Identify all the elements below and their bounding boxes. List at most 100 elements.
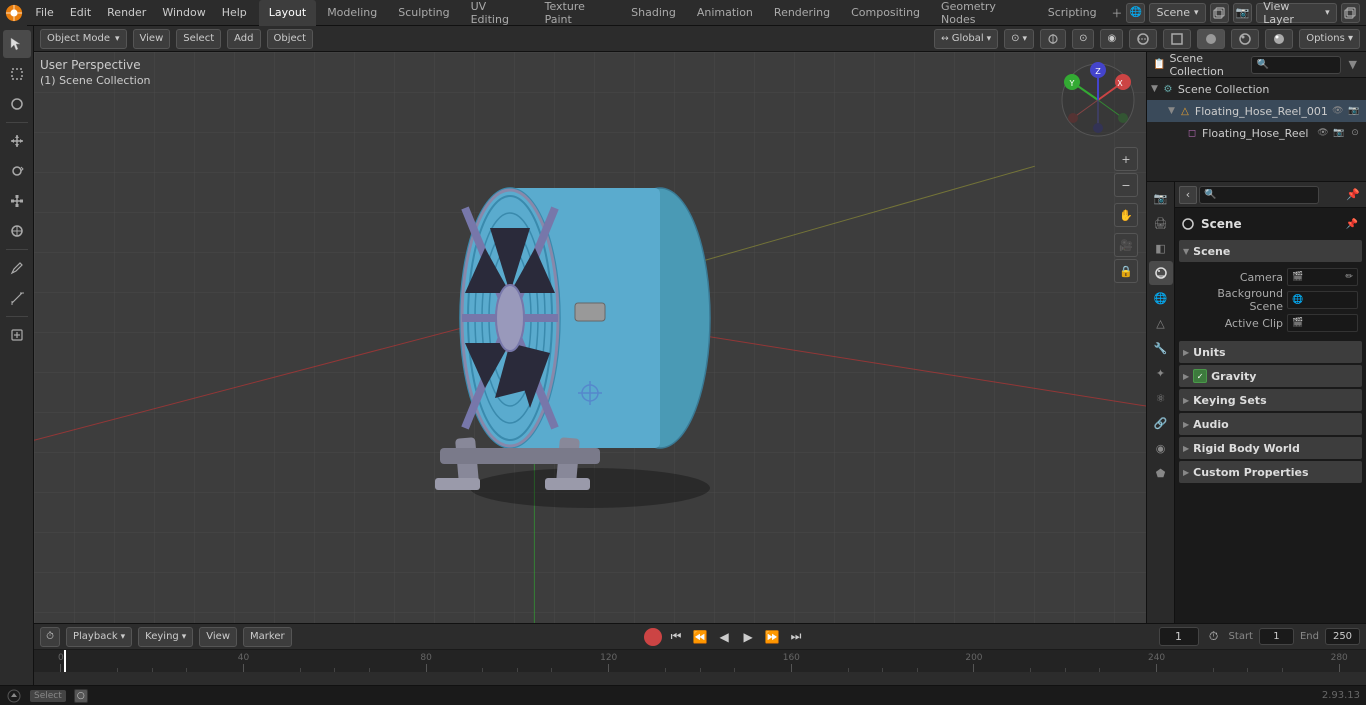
workspace-tab-rendering[interactable]: Rendering — [764, 0, 840, 26]
tool-move[interactable] — [3, 127, 31, 155]
prop-section-scene-header[interactable]: ▼ Scene — [1179, 240, 1362, 262]
tl-play-btn[interactable]: ▶ — [738, 627, 758, 647]
props-physics-icon[interactable]: ⚛ — [1149, 386, 1173, 410]
prop-section-audio-header[interactable]: ▶ Audio — [1179, 413, 1362, 435]
vp-zoom-in[interactable]: + — [1114, 147, 1138, 171]
camera-edit-btn[interactable]: ✏ — [1345, 272, 1353, 282]
vp-camera-view[interactable]: 🎥 — [1114, 233, 1138, 257]
shading-wireframe[interactable] — [1163, 29, 1191, 49]
menu-window[interactable]: Window — [154, 0, 213, 26]
render-btn-1[interactable]: 📷 — [1347, 104, 1361, 118]
workspace-tab-shading[interactable]: Shading — [621, 0, 686, 26]
snap-toggle[interactable] — [1040, 29, 1066, 49]
prop-section-units-header[interactable]: ▶ Units — [1179, 341, 1362, 363]
workspace-tab-layout[interactable]: Layout — [259, 0, 316, 26]
menu-file[interactable]: File — [27, 0, 61, 26]
props-view-layer-icon[interactable]: ◧ — [1149, 236, 1173, 260]
pivot-selector[interactable]: ⊙▾ — [1004, 29, 1034, 49]
shading-rendered[interactable] — [1265, 29, 1293, 49]
viewport-select-menu[interactable]: Select — [176, 29, 221, 49]
prop-section-keying-header[interactable]: ▶ Keying Sets — [1179, 389, 1362, 411]
viewport-view-menu[interactable]: View — [133, 29, 171, 49]
tool-transform[interactable] — [3, 217, 31, 245]
tool-add[interactable] — [3, 321, 31, 349]
scene-icon-btn[interactable]: 🌐 — [1126, 3, 1145, 23]
tool-rotate[interactable] — [3, 157, 31, 185]
props-output-icon[interactable]: 🖨 — [1149, 211, 1173, 235]
tool-cursor[interactable] — [3, 30, 31, 58]
workspace-tab-add[interactable]: ＋ — [1108, 3, 1126, 23]
tl-play-reverse-btn[interactable]: ◀ — [714, 627, 734, 647]
workspace-tab-scripting[interactable]: Scripting — [1038, 0, 1107, 26]
tl-step-fwd-btn[interactable]: ⏩ — [762, 627, 782, 647]
render-btn-2[interactable]: 📷 — [1332, 126, 1346, 140]
props-object-icon[interactable]: △ — [1149, 311, 1173, 335]
view-layer-copy-btn[interactable] — [1341, 3, 1360, 23]
props-scene-icon[interactable] — [1149, 261, 1173, 285]
transform-selector[interactable]: ↔ Global ▾ — [934, 29, 998, 49]
tl-end-val[interactable]: 250 — [1325, 628, 1360, 645]
prop-section-gravity-header[interactable]: ▶ ✓ Gravity — [1179, 365, 1362, 387]
camera-value[interactable]: 🎬 ✏ — [1287, 268, 1358, 286]
scene-copy-btn[interactable] — [1210, 3, 1229, 23]
active-clip-value[interactable]: 🎬 — [1287, 314, 1358, 332]
props-particles-icon[interactable]: ✦ — [1149, 361, 1173, 385]
workspace-tab-geometry[interactable]: Geometry Nodes — [931, 0, 1037, 26]
tool-measure[interactable] — [3, 284, 31, 312]
tl-frame-display[interactable]: 1 — [1159, 627, 1199, 646]
props-scene-pin[interactable]: 📌 — [1344, 216, 1360, 232]
prop-section-custom-header[interactable]: ▶ Custom Properties — [1179, 461, 1362, 483]
workspace-tab-compositing[interactable]: Compositing — [841, 0, 930, 26]
tl-start-val[interactable]: 1 — [1259, 628, 1294, 645]
gravity-checkbox[interactable]: ✓ — [1193, 369, 1207, 383]
xray-toggle[interactable] — [1129, 29, 1157, 49]
view-layer-icon-btn[interactable]: 📷 — [1233, 3, 1252, 23]
tl-clock-btn[interactable]: ⏱ — [1205, 628, 1223, 646]
outliner-item-hose-reel-001[interactable]: ▼ △ Floating_Hose_Reel_001 👁 📷 ⊙ — [1147, 100, 1366, 122]
prop-section-rigid-header[interactable]: ▶ Rigid Body World — [1179, 437, 1362, 459]
props-constraints-icon[interactable]: 🔗 — [1149, 411, 1173, 435]
nav-gizmo[interactable]: X Y Z — [1058, 60, 1138, 140]
tl-jump-end-btn[interactable]: ⏭ — [786, 627, 806, 647]
timeline-icon-btn[interactable]: ⏱ — [40, 627, 60, 647]
outliner-filter-btn[interactable]: ▼ — [1345, 56, 1360, 74]
tool-annotate[interactable] — [3, 254, 31, 282]
tl-view-btn[interactable]: View — [199, 627, 237, 647]
menu-render[interactable]: Render — [99, 0, 154, 26]
workspace-tab-sculpting[interactable]: Sculpting — [388, 0, 459, 26]
visibility-btn-1[interactable]: 👁 — [1331, 104, 1345, 118]
workspace-tab-modeling[interactable]: Modeling — [317, 0, 387, 26]
tl-record-btn[interactable] — [644, 628, 662, 646]
scene-selector[interactable]: Scene ▾ — [1149, 3, 1205, 23]
outliner-item-hose-reel[interactable]: ◻ Floating_Hose_Reel 👁 📷 ⊙ — [1147, 122, 1366, 144]
viewport-canvas[interactable]: User Perspective (1) Scene Collection — [34, 52, 1146, 623]
vp-zoom-out[interactable]: − — [1114, 173, 1138, 197]
outliner-scene-collection[interactable]: ▼ ⚙ Scene Collection — [1147, 78, 1366, 100]
bg-scene-value[interactable]: 🌐 — [1287, 291, 1358, 309]
workspace-tab-uv[interactable]: UV Editing — [461, 0, 534, 26]
shading-solid[interactable] — [1197, 29, 1225, 49]
viewport-object-menu[interactable]: Object — [267, 29, 314, 49]
overlay-toggle[interactable]: ◉ — [1100, 29, 1123, 49]
tool-scale[interactable] — [3, 187, 31, 215]
menu-help[interactable]: Help — [214, 0, 255, 26]
props-material-icon[interactable]: ⬟ — [1149, 461, 1173, 485]
vp-pan[interactable]: ✋ — [1114, 203, 1138, 227]
visibility-btn-2[interactable]: 👁 — [1316, 126, 1330, 140]
vp-lock-camera[interactable]: 🔒 — [1114, 259, 1138, 283]
select-btn-2[interactable]: ⊙ — [1348, 126, 1362, 140]
view-layer-selector[interactable]: View Layer ▾ — [1256, 3, 1336, 23]
tool-select-circle[interactable] — [3, 90, 31, 118]
props-modifier-icon[interactable]: 🔧 — [1149, 336, 1173, 360]
tl-keying-btn[interactable]: Keying▾ — [138, 627, 193, 647]
options-dropdown[interactable]: Options ▾ — [1299, 29, 1360, 49]
tl-playback-btn[interactable]: Playback▾ — [66, 627, 132, 647]
menu-edit[interactable]: Edit — [62, 0, 99, 26]
props-world-icon[interactable]: 🌐 — [1149, 286, 1173, 310]
viewport-add-menu[interactable]: Add — [227, 29, 260, 49]
workspace-tab-texture[interactable]: Texture Paint — [535, 0, 621, 26]
tool-select-box[interactable] — [3, 60, 31, 88]
props-render-icon[interactable]: 📷 — [1149, 186, 1173, 210]
viewport-mode-selector[interactable]: Object Mode▾ — [40, 29, 127, 49]
tl-jump-start-btn[interactable]: ⏮ — [666, 627, 686, 647]
